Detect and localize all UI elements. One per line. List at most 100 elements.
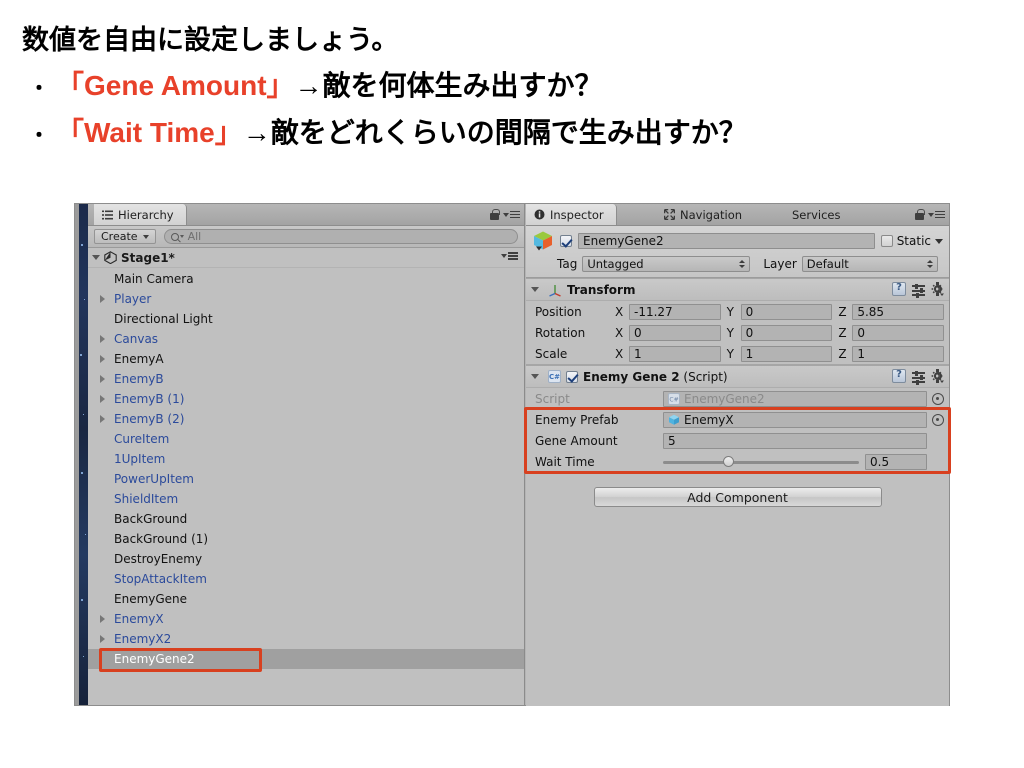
slider-handle[interactable] xyxy=(722,455,734,467)
expand-arrow-slot[interactable] xyxy=(100,355,114,363)
hierarchy-item-label: StopAttackItem xyxy=(114,572,207,586)
gene-amount-field[interactable]: 5 xyxy=(663,432,927,449)
panel-menu-icon[interactable] xyxy=(928,210,945,219)
chevron-right-icon[interactable] xyxy=(100,295,105,303)
hierarchy-item-shielditem[interactable]: ShieldItem xyxy=(88,489,524,509)
search-input[interactable]: All xyxy=(163,229,518,244)
hierarchy-item-label: BackGround (1) xyxy=(114,532,209,546)
scene-menu-icon[interactable] xyxy=(501,252,518,260)
tag-dropdown[interactable]: Untagged xyxy=(582,256,751,272)
preset-icon[interactable] xyxy=(912,283,925,298)
component-expand-triangle-icon[interactable] xyxy=(531,287,539,292)
tab-inspector[interactable]: Inspector xyxy=(526,204,617,225)
layer-dropdown[interactable]: Default xyxy=(801,256,938,272)
hierarchy-item-canvas[interactable]: Canvas xyxy=(88,329,524,349)
create-button[interactable]: Create xyxy=(94,229,156,244)
chevron-right-icon[interactable] xyxy=(100,355,105,363)
lock-icon[interactable] xyxy=(915,209,925,220)
chevron-right-icon[interactable] xyxy=(100,375,105,383)
object-picker-icon[interactable] xyxy=(932,413,944,426)
panel-menu-icon[interactable] xyxy=(503,210,520,219)
slide-text-block: 数値を自由に設定しましょう。 ・ 「Gene Amount」 →敵を何体生み出す… xyxy=(22,22,1002,158)
gear-icon[interactable] xyxy=(931,283,944,296)
object-picker-icon[interactable] xyxy=(932,392,944,405)
scene-expand-triangle-icon[interactable] xyxy=(92,255,100,260)
hierarchy-item-background[interactable]: BackGround xyxy=(88,509,524,529)
hierarchy-item-main-camera[interactable]: Main Camera xyxy=(88,269,524,289)
hierarchy-item-enemygene2[interactable]: EnemyGene2 xyxy=(88,649,524,669)
inspector-body: EnemyGene2 Static Tag Untagged Layer Def… xyxy=(524,226,951,706)
hierarchy-item-enemyb[interactable]: EnemyB xyxy=(88,369,524,389)
hierarchy-item-background-1[interactable]: BackGround (1) xyxy=(88,529,524,549)
help-book-icon[interactable] xyxy=(892,282,906,296)
tab-hierarchy[interactable]: Hierarchy xyxy=(94,204,187,225)
scale-x-field[interactable]: 1 xyxy=(629,345,721,362)
hierarchy-item-player[interactable]: Player xyxy=(88,289,524,309)
hierarchy-item-enemyb-2[interactable]: EnemyB (2) xyxy=(88,409,524,429)
expand-arrow-slot[interactable] xyxy=(100,415,114,423)
rotation-y-field[interactable]: 0 xyxy=(740,324,833,341)
lock-icon[interactable] xyxy=(490,209,500,220)
chevron-right-icon[interactable] xyxy=(100,335,105,343)
static-checkbox[interactable] xyxy=(880,235,893,247)
expand-arrow-slot[interactable] xyxy=(100,615,114,623)
hierarchy-item-enemyb-1[interactable]: EnemyB (1) xyxy=(88,389,524,409)
hierarchy-item-enemygene[interactable]: EnemyGene xyxy=(88,589,524,609)
hierarchy-item-label: EnemyB xyxy=(114,372,164,386)
hierarchy-item-enemyx[interactable]: EnemyX xyxy=(88,609,524,629)
object-field-value: EnemyGene2 xyxy=(684,391,765,406)
csharp-script-icon: C# xyxy=(548,370,561,383)
hierarchy-item-enemyx2[interactable]: EnemyX2 xyxy=(88,629,524,649)
chevron-right-icon[interactable] xyxy=(100,395,105,403)
expand-arrow-slot[interactable] xyxy=(100,375,114,383)
hierarchy-item-destroyenemy[interactable]: DestroyEnemy xyxy=(88,549,524,569)
component-header[interactable]: C# Enemy Gene 2 (Script) xyxy=(526,366,949,388)
object-field[interactable]: C# EnemyGene2 xyxy=(663,390,927,407)
add-component-button[interactable]: Add Component xyxy=(593,487,882,507)
scene-name-label: Stage1* xyxy=(121,250,175,265)
tab-services[interactable]: Services xyxy=(784,204,853,225)
gameobject-name-field[interactable]: EnemyGene2 xyxy=(578,233,875,249)
scale-z-field[interactable]: 1 xyxy=(852,345,945,362)
static-dropdown-icon[interactable] xyxy=(935,238,943,244)
chevron-right-icon[interactable] xyxy=(100,615,105,623)
component-title: Transform xyxy=(567,283,635,297)
position-z-field[interactable]: 5.85 xyxy=(852,303,945,320)
gear-icon[interactable] xyxy=(931,370,944,383)
rotation-x-field[interactable]: 0 xyxy=(629,324,721,341)
preset-icon[interactable] xyxy=(912,370,925,385)
hierarchy-item-enemya[interactable]: EnemyA xyxy=(88,349,524,369)
hierarchy-item-cureitem[interactable]: CureItem xyxy=(88,429,524,449)
axis-label-x: X xyxy=(615,346,624,361)
scale-y-field[interactable]: 1 xyxy=(740,345,833,362)
component-enabled-checkbox[interactable] xyxy=(566,370,578,383)
rotation-z-field[interactable]: 0 xyxy=(852,324,945,341)
property-row-gene-amount: Gene Amount 5 xyxy=(526,430,949,451)
object-field[interactable]: EnemyX xyxy=(663,411,927,428)
slider-track[interactable] xyxy=(663,460,859,464)
expand-arrow-slot[interactable] xyxy=(100,635,114,643)
position-x-field[interactable]: -11.27 xyxy=(629,303,721,320)
chevron-right-icon[interactable] xyxy=(100,415,105,423)
position-y-field[interactable]: 0 xyxy=(740,303,833,320)
tab-navigation[interactable]: Navigation xyxy=(656,204,754,225)
hierarchy-item-1upitem[interactable]: 1UpItem xyxy=(88,449,524,469)
hierarchy-item-stopattackitem[interactable]: StopAttackItem xyxy=(88,569,524,589)
layer-label: Layer xyxy=(763,257,797,271)
expand-arrow-slot[interactable] xyxy=(100,395,114,403)
hierarchy-item-powerupitem[interactable]: PowerUpItem xyxy=(88,469,524,489)
hierarchy-item-directional-light[interactable]: Directional Light xyxy=(88,309,524,329)
gameobject-tag-layer-row: Tag Untagged Layer Default xyxy=(532,256,943,272)
wait-time-slider[interactable] xyxy=(663,454,859,470)
scene-root-row[interactable]: Stage1* xyxy=(88,248,524,268)
expand-arrow-slot[interactable] xyxy=(100,335,114,343)
help-book-icon[interactable] xyxy=(892,369,906,383)
component-expand-triangle-icon[interactable] xyxy=(531,374,539,379)
field-value: 1 xyxy=(745,346,754,361)
bullet-marker-2: ・ xyxy=(29,125,49,147)
component-header[interactable]: Transform xyxy=(526,279,949,301)
gameobject-enabled-checkbox[interactable] xyxy=(560,235,572,247)
chevron-right-icon[interactable] xyxy=(100,635,105,643)
wait-time-value-field[interactable]: 0.5 xyxy=(865,453,927,470)
expand-arrow-slot[interactable] xyxy=(100,295,114,303)
